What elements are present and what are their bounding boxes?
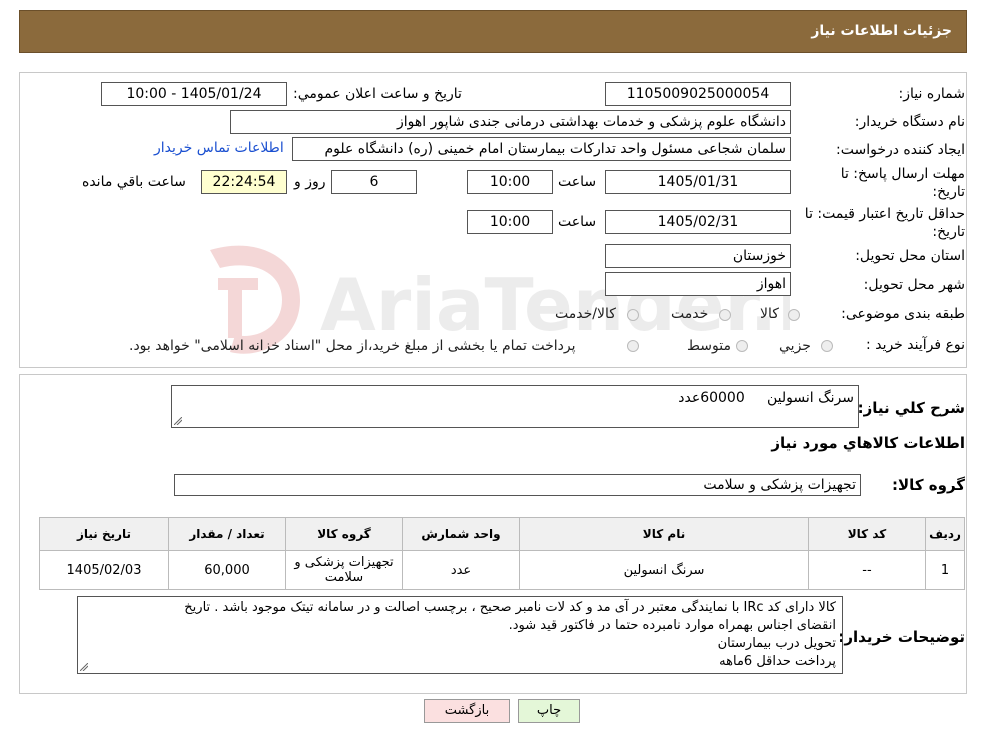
cell-date: 1405/02/03: [39, 550, 169, 590]
category-radio-goods-service[interactable]: [627, 309, 639, 321]
buyer-notes-label: توضیحات خریدار:: [838, 628, 965, 646]
col-unit: واحد شمارش: [402, 517, 520, 551]
cell-unit: عدد: [402, 550, 520, 590]
buyer-note-line: تحویل درب بیمارستان: [717, 636, 836, 651]
province-field: خوزستان: [605, 244, 791, 268]
buyer-org-field: دانشگاه علوم پزشکی و خدمات بهداشتی درمان…: [230, 110, 791, 134]
buyer-note-line: انقضای اجناس بهمراه موارد نامبرده حتما د…: [508, 618, 836, 633]
table-row[interactable]: 1 -- سرنگ انسولین عدد تجهیزات پزشکی و سل…: [39, 550, 965, 590]
category-radio-service[interactable]: [719, 309, 731, 321]
reply-date-field: 1405/01/31: [605, 170, 791, 194]
category-radio-goods[interactable]: [788, 309, 800, 321]
process-note: پرداخت تمام یا بخشی از مبلغ خرید،از محل …: [129, 338, 576, 354]
col-row: ردیف: [925, 517, 965, 551]
cell-name: سرنگ انسولین: [519, 550, 809, 590]
announce-label: تاریخ و ساعت اعلان عمومي:: [293, 86, 462, 102]
remaining-time-field: 22:24:54: [201, 170, 287, 194]
process-radio-treasury[interactable]: [627, 340, 639, 352]
price-time-field: 10:00: [467, 210, 553, 234]
need-number-field: 1105009025000054: [605, 82, 791, 106]
goods-group-label: گروه کالا:: [892, 476, 965, 494]
buyer-org-label: نام دستگاه خریدار:: [854, 114, 965, 130]
category-option-goods: کالا: [760, 306, 779, 322]
summary-label: شرح کلي نیاز:: [857, 399, 965, 417]
price-validity-label: حداقل تاریخ اعتبار قیمت: تا تاریخ:: [804, 206, 965, 240]
category-option-service: خدمت: [671, 306, 709, 322]
reply-time-field: 10:00: [467, 170, 553, 194]
goods-info-title: اطلاعات کالاهاي مورد نیاز: [771, 434, 965, 452]
goods-group-field: تجهیزات پزشکی و سلامت: [174, 474, 861, 496]
days-field: 6: [331, 170, 417, 194]
buyer-notes-field: کالا دارای کد IRc با نمایندگی معتبر در آ…: [77, 596, 843, 674]
col-group: گروه کالا: [285, 517, 403, 551]
col-date: تاریخ نیاز: [39, 517, 169, 551]
remaining-time-label: ساعت باقي مانده: [82, 174, 186, 190]
cell-code: --: [808, 550, 926, 590]
table-header-row: ردیف کد کالا نام کالا واحد شمارش گروه کا…: [39, 517, 965, 551]
city-field: اهواز: [605, 272, 791, 296]
creator-label: ایجاد کننده درخواست:: [836, 142, 965, 158]
process-option-small: جزیي: [779, 338, 811, 354]
cell-row: 1: [925, 550, 965, 590]
price-date-field: 1405/02/31: [605, 210, 791, 234]
need-number-label: شماره نیاز:: [898, 86, 966, 102]
process-label: نوع فرآیند خرید :: [866, 337, 965, 353]
province-label: استان محل تحویل:: [855, 248, 965, 264]
buyer-note-line: کالا دارای کد IRc با نمایندگی معتبر در آ…: [184, 600, 836, 615]
price-time-label: ساعت: [558, 214, 597, 230]
resize-grip-icon[interactable]: [80, 663, 88, 671]
buyer-note-line: پرداخت حداقل 6ماهه: [719, 654, 836, 669]
cell-group: تجهیزات پزشکی و سلامت: [285, 550, 403, 590]
creator-field: سلمان شجاعی مسئول واحد تدارکات بیمارستان…: [292, 137, 791, 161]
summary-field: سرنگ انسولین 60000عدد: [171, 385, 859, 428]
category-option-goods-service: کالا/خدمت: [555, 306, 616, 322]
buyer-contact-link[interactable]: اطلاعات تماس خریدار: [154, 140, 284, 156]
city-label: شهر محل تحویل:: [863, 277, 965, 293]
reply-time-label: ساعت: [558, 174, 597, 190]
process-radio-small[interactable]: [821, 340, 833, 352]
announce-field: 1405/01/24 - 10:00: [101, 82, 287, 106]
cell-quantity: 60,000: [168, 550, 286, 590]
process-option-medium: متوسط: [687, 338, 731, 354]
col-quantity: تعداد / مقدار: [168, 517, 286, 551]
reply-deadline-label: مهلت ارسال پاسخ: تا تاریخ:: [840, 166, 965, 200]
page-header: جزئیات اطلاعات نیاز: [19, 10, 967, 53]
category-label: طبقه بندی موضوعی:: [841, 306, 965, 322]
items-table: ردیف کد کالا نام کالا واحد شمارش گروه کا…: [39, 517, 965, 590]
process-radio-medium[interactable]: [736, 340, 748, 352]
col-name: نام کالا: [519, 517, 809, 551]
summary-text: سرنگ انسولین 60000عدد: [678, 390, 854, 406]
col-code: کد کالا: [808, 517, 926, 551]
print-button[interactable]: چاپ: [518, 699, 580, 723]
days-label: روز و: [294, 174, 326, 190]
page-title: جزئیات اطلاعات نیاز: [811, 23, 952, 39]
back-button[interactable]: بازگشت: [424, 699, 510, 723]
resize-grip-icon[interactable]: [174, 417, 182, 425]
